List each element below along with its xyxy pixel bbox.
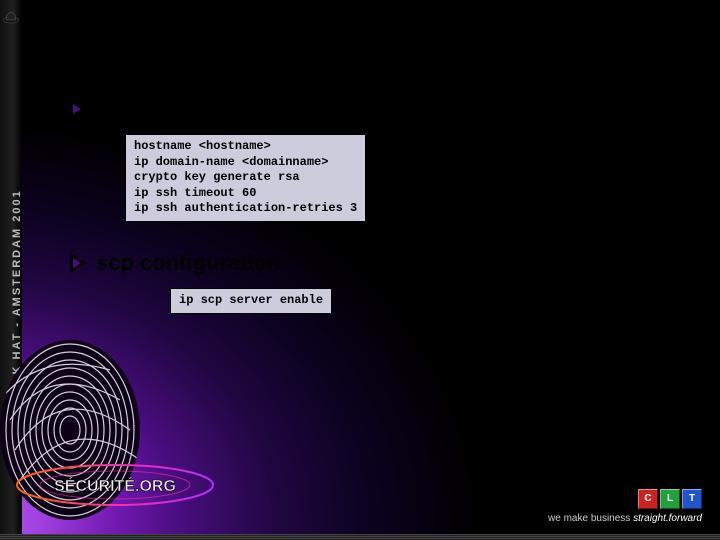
hat-icon — [2, 4, 20, 24]
bullet-ssh-label: SSH configuration — [96, 96, 288, 122]
slide-title: Admin : Secure Shell (2) — [60, 9, 451, 48]
footer-cubes: C L T — [548, 489, 702, 509]
code-scp: ip scp server enable — [170, 288, 332, 314]
cube-c: C — [638, 489, 658, 509]
footer-tagline-em: straight.forward — [633, 513, 702, 524]
logo-text: SÉCURITÉ.ORG — [54, 476, 176, 495]
footer-tagline: we make business straight.forward — [548, 513, 702, 524]
slide: BLACK HAT - AMSTERDAM 2001 Admin : Secur… — [0, 0, 720, 540]
bullet-scp-label: scp configuration — [96, 250, 281, 276]
bullet-scp: scp configuration — [70, 250, 281, 276]
bullet-icon — [70, 99, 86, 119]
side-strip-text: BLACK HAT - AMSTERDAM 2001 — [11, 189, 23, 413]
cube-l: L — [660, 489, 680, 509]
title-underline — [300, 58, 720, 60]
footer-right: C L T we make business straight.forward — [548, 489, 702, 524]
bullet-ssh: SSH configuration — [70, 96, 288, 122]
code-ssh: hostname <hostname> ip domain-name <doma… — [125, 134, 366, 222]
cube-t: T — [682, 489, 702, 509]
bullet-icon — [70, 253, 86, 273]
footer-tagline-pre: we make business — [548, 513, 633, 524]
logo-securite-org: SÉCURITÉ.ORG — [15, 460, 215, 510]
side-strip: BLACK HAT - AMSTERDAM 2001 — [0, 0, 22, 540]
bottom-hatch — [0, 534, 720, 540]
